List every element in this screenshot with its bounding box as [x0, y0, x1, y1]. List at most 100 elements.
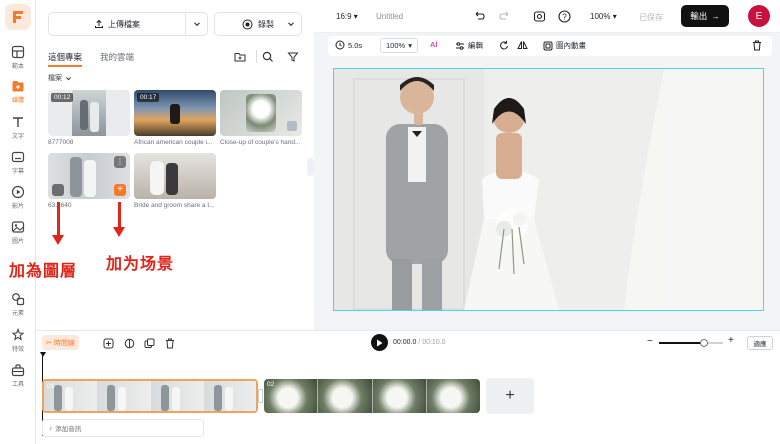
- export-button[interactable]: 輸出 →: [681, 5, 729, 27]
- scale-select[interactable]: 100% ▾: [380, 38, 418, 53]
- clip-01[interactable]: 01: [42, 379, 258, 413]
- rail-item-elements[interactable]: 元素: [0, 289, 36, 323]
- fit-button[interactable]: 適應: [747, 336, 773, 350]
- delete-button[interactable]: [752, 40, 762, 51]
- new-folder-button[interactable]: [232, 49, 248, 65]
- filter-button[interactable]: [285, 49, 301, 65]
- rail-item-tools[interactable]: 工具: [0, 360, 36, 394]
- play-button[interactable]: [371, 334, 388, 351]
- transition-handle[interactable]: [258, 389, 263, 403]
- arrow-right-icon: →: [711, 11, 720, 21]
- project-title[interactable]: Untitled: [376, 12, 403, 21]
- chevron-down-icon: [193, 22, 200, 27]
- add-audio-label: 添加音訊: [55, 426, 82, 433]
- rail-label: 特效: [11, 347, 24, 353]
- media-tile[interactable]: [220, 90, 302, 136]
- screen-record-button[interactable]: [532, 9, 546, 23]
- flip-icon: [517, 41, 528, 49]
- zoom-slider[interactable]: [659, 339, 723, 347]
- left-rail: 範本 媒體 文字 字幕 影片 圖片 元素 特效 工具: [0, 0, 36, 444]
- scale-label: 100%: [386, 41, 406, 50]
- edit-button[interactable]: 編輯: [455, 40, 483, 51]
- upload-label: 上傳檔案: [108, 19, 140, 29]
- sliders-icon: [456, 41, 464, 50]
- aspect-ratio-select[interactable]: 16:9 ▾: [336, 12, 358, 21]
- zoom-out-button[interactable]: −: [647, 336, 653, 347]
- clip-number: 02: [267, 381, 275, 388]
- more-icon[interactable]: ⋮: [114, 156, 126, 168]
- add-audio-button[interactable]: ♪ 添加音訊: [42, 419, 204, 437]
- thumbnail-figure: [90, 102, 99, 132]
- add-layer-icon[interactable]: [52, 184, 64, 196]
- effects-icon: [11, 328, 25, 341]
- scissors-icon: ✂: [46, 339, 52, 347]
- rail-label: 元素: [11, 311, 24, 317]
- rail-item-media[interactable]: 媒體: [0, 76, 36, 110]
- duplicate-button[interactable]: [143, 337, 155, 349]
- media-tile[interactable]: 00:12: [48, 90, 130, 136]
- media-tile[interactable]: ⋮ +: [48, 153, 130, 199]
- clip-frame: [426, 379, 480, 413]
- record-icon: [242, 19, 253, 29]
- animation-button[interactable]: 圖內動畫: [543, 40, 586, 51]
- duration-control[interactable]: 5.0s: [335, 40, 362, 50]
- rotate-button[interactable]: [499, 40, 509, 50]
- playhead-handle[interactable]: [40, 352, 46, 357]
- search-button[interactable]: [260, 49, 276, 65]
- delete-clip-button[interactable]: [164, 337, 176, 349]
- undo-button[interactable]: [472, 9, 486, 23]
- thumbnail-figure: [84, 160, 96, 197]
- rail-item-effects[interactable]: 特效: [0, 325, 36, 359]
- record-button[interactable]: 錄製: [214, 12, 302, 36]
- rail-item-text[interactable]: 文字: [0, 112, 36, 146]
- zoom-slider-handle[interactable]: [699, 339, 708, 347]
- add-circle-icon: [103, 338, 113, 348]
- rail-item-subtitles[interactable]: 字幕: [0, 147, 36, 181]
- files-section-toggle[interactable]: 檔案: [48, 73, 72, 83]
- clip-02[interactable]: 02: [264, 379, 480, 413]
- logo[interactable]: [5, 4, 31, 30]
- panel-collapse-handle[interactable]: [307, 158, 314, 176]
- clip-frame: [203, 381, 256, 411]
- duration-badge: 00:12: [51, 93, 74, 102]
- help-button[interactable]: ?: [557, 9, 571, 23]
- video-canvas[interactable]: [333, 68, 764, 311]
- upload-button[interactable]: 上傳檔案: [49, 19, 185, 30]
- add-button[interactable]: [102, 337, 114, 349]
- add-clip-button[interactable]: +: [486, 378, 534, 414]
- zoom-slider-fill: [659, 342, 704, 344]
- thumbnail-figure: [150, 161, 164, 195]
- section-label: 檔案: [48, 75, 62, 82]
- duration-badge: 00:17: [137, 93, 160, 102]
- zoom-in-button[interactable]: +: [728, 335, 734, 346]
- annotation-arrow-head: [113, 227, 125, 237]
- timeline-toggle[interactable]: ✂ 時間線: [42, 335, 79, 350]
- annotation-arrow-head: [52, 235, 64, 245]
- zoom-select[interactable]: 100% ▾: [590, 12, 617, 21]
- tab-this-project[interactable]: 這個專案: [48, 51, 83, 67]
- ai-tools-button[interactable]: Aİ: [430, 40, 438, 49]
- divider: [256, 50, 257, 63]
- redo-button[interactable]: [498, 9, 512, 23]
- media-tile[interactable]: 00:17: [134, 90, 216, 136]
- add-scene-icon[interactable]: +: [114, 184, 126, 196]
- redo-icon: [499, 11, 509, 20]
- tab-my-cloud[interactable]: 我的雲端: [100, 51, 134, 63]
- undo-icon: [475, 11, 485, 20]
- check-icon[interactable]: [287, 121, 297, 131]
- filter-icon: [287, 52, 299, 62]
- split-button[interactable]: [123, 337, 135, 349]
- avatar[interactable]: E: [748, 5, 770, 27]
- clip-frame: [97, 381, 151, 411]
- rail-item-images[interactable]: 圖片: [0, 217, 36, 251]
- clip-frame: [318, 379, 373, 413]
- rail-item-video[interactable]: 影片: [0, 182, 36, 216]
- upload-dropdown[interactable]: [185, 13, 207, 35]
- duration-label: 5.0s: [348, 40, 363, 50]
- rail-item-templates[interactable]: 範本: [0, 42, 36, 76]
- flip-button[interactable]: [517, 40, 528, 50]
- split-icon: [124, 338, 134, 348]
- template-icon: [11, 45, 25, 59]
- media-tile[interactable]: [134, 153, 216, 199]
- text-icon: [13, 117, 23, 127]
